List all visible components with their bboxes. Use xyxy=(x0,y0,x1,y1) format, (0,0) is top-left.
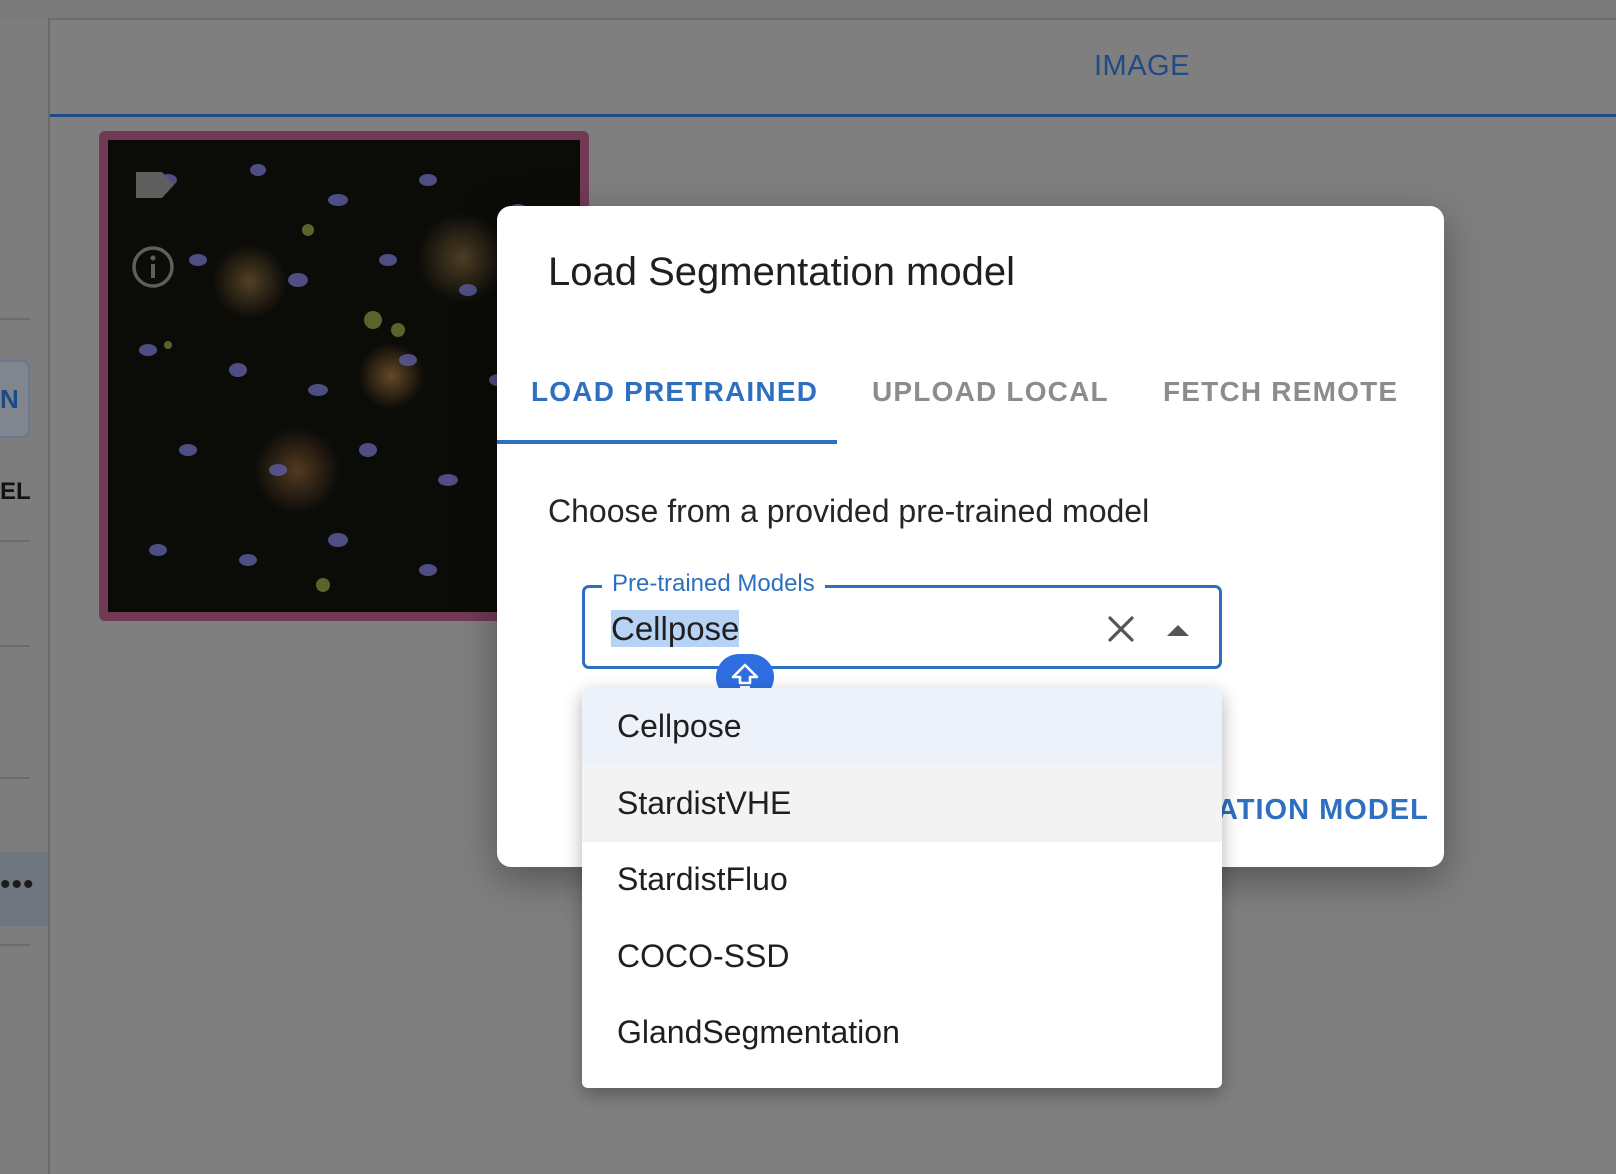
info-icon[interactable] xyxy=(130,244,176,295)
tab-upload-local[interactable]: UPLOAD LOCAL xyxy=(872,376,1109,408)
sidebar-action-button-label: N xyxy=(0,384,19,414)
selected-text: Cellpose xyxy=(611,610,740,647)
sidebar-divider xyxy=(0,777,30,779)
option-coco-ssd[interactable]: COCO-SSD xyxy=(582,918,1222,995)
tab-load-pretrained[interactable]: LOAD PRETRAINED xyxy=(531,376,818,408)
option-cellpose[interactable]: Cellpose xyxy=(582,688,1222,765)
tab-indicator xyxy=(50,114,1616,117)
sidebar-divider xyxy=(0,318,30,320)
active-tab-indicator xyxy=(497,440,837,444)
load-model-button[interactable]: ATION MODEL xyxy=(1217,794,1429,827)
dialog-title: Load Segmentation model xyxy=(548,250,1015,294)
sidebar-divider xyxy=(0,645,30,647)
sidebar-divider xyxy=(0,944,30,946)
top-app-bar xyxy=(0,0,1616,20)
chevron-up-icon[interactable] xyxy=(1159,611,1197,649)
label-tag-icon[interactable] xyxy=(132,170,176,205)
option-stardistvhe[interactable]: StardistVHE xyxy=(582,765,1222,842)
sidebar-item-label: EL xyxy=(0,478,31,505)
left-sidebar xyxy=(0,18,50,1174)
option-stardistfluo[interactable]: StardistFluo xyxy=(582,841,1222,918)
option-glandsegmentation[interactable]: GlandSegmentation xyxy=(582,994,1222,1071)
sidebar-divider xyxy=(0,540,30,542)
pretrained-models-input[interactable]: Cellpose xyxy=(611,609,740,649)
models-dropdown-list: Cellpose StardistVHE StardistFluo COCO-S… xyxy=(582,688,1222,1088)
dialog-description: Choose from a provided pre-trained model xyxy=(548,493,1150,529)
field-label: Pre-trained Models xyxy=(602,570,825,598)
clear-icon[interactable] xyxy=(1101,609,1141,649)
tab-image[interactable]: IMAGE xyxy=(1094,50,1190,83)
more-options-icon[interactable]: ••• xyxy=(0,868,35,902)
tab-fetch-remote[interactable]: FETCH REMOTE xyxy=(1163,376,1398,408)
